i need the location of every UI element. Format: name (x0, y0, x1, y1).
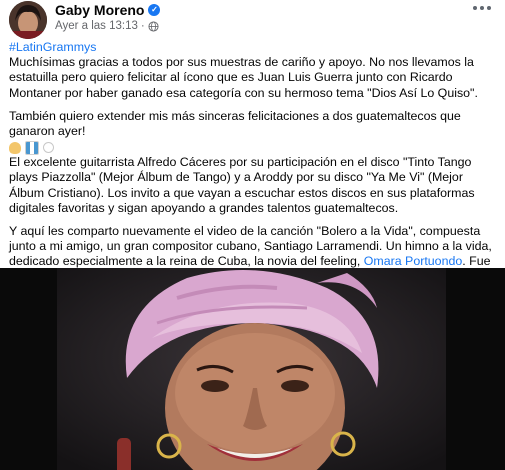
video-still-image (57, 268, 446, 470)
hashtag-link[interactable]: #LatinGrammys (9, 40, 497, 55)
post-header: Gaby Moreno ✓ Ayer a las 13:13 · (0, 0, 505, 39)
avatar[interactable] (9, 1, 47, 39)
video-player[interactable] (0, 268, 505, 470)
mention-omara-portuondo[interactable]: Omara Portuondo (364, 254, 463, 268)
post-timestamp[interactable]: Ayer a las 13:13 (55, 20, 138, 32)
author-name[interactable]: Gaby Moreno (55, 2, 144, 18)
more-dots-icon (473, 6, 477, 10)
globe-icon (148, 20, 159, 32)
post-paragraph-2: También quiero extender mis más sinceras… (9, 108, 461, 139)
post-paragraph-1: Muchísimas gracias a todos por sus muest… (9, 55, 478, 100)
clapping-hands-emoji (9, 141, 21, 154)
post-options-button[interactable] (473, 6, 491, 10)
guatemala-flag-emoji (25, 140, 39, 155)
avatar-image (9, 1, 47, 39)
heart-emoji (43, 142, 54, 154)
emoji-row (9, 140, 497, 155)
video-thumbnail[interactable] (57, 268, 446, 470)
verified-badge-icon: ✓ (148, 4, 161, 16)
post-paragraph-3: El excelente guitarrista Alfredo Cáceres… (9, 155, 475, 215)
